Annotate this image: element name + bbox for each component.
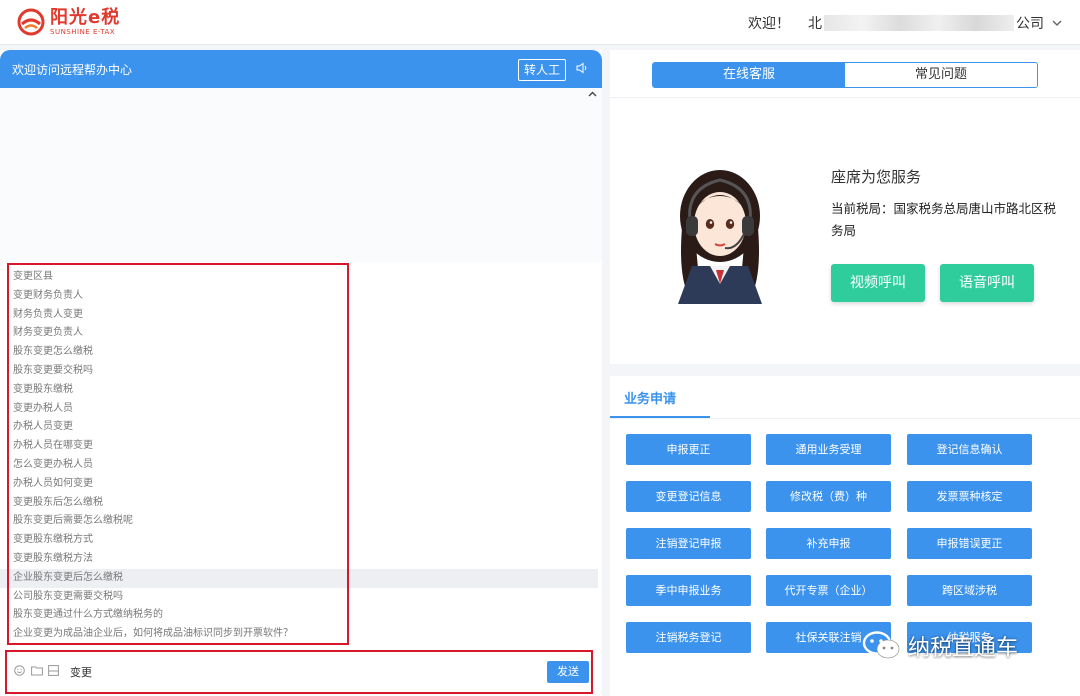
service-card: 在线客服 常见问题 座席为您服务 当前税局：国家税务总局唐山市路北区税务局 视频… bbox=[610, 50, 1080, 364]
top-bar: 阳光e税 SUNSHINE E-TAX 欢迎！ 北 公司 bbox=[0, 0, 1080, 45]
watermark-text: 纳税直通车 bbox=[908, 636, 1019, 661]
welcome-text: 欢迎！ bbox=[748, 16, 790, 32]
agent-avatar bbox=[678, 170, 762, 304]
chat-title: 欢迎访问远程帮办中心 bbox=[12, 62, 133, 77]
speaker-icon[interactable] bbox=[576, 62, 588, 74]
logo[interactable]: 阳光e税 SUNSHINE E-TAX bbox=[16, 6, 120, 38]
logo-text: 阳光e税 bbox=[50, 6, 121, 28]
scroll-up-icon[interactable] bbox=[588, 90, 598, 100]
business-button[interactable]: 补充申报 bbox=[766, 528, 891, 559]
chat-header: 欢迎访问远程帮办中心 转人工 bbox=[0, 50, 602, 88]
chevron-down-icon[interactable] bbox=[1052, 16, 1062, 30]
divider bbox=[610, 97, 1080, 98]
tab-business-application[interactable]: 业务申请 bbox=[624, 388, 676, 407]
company-suffix: 公司 bbox=[1016, 16, 1044, 32]
company-name-redacted bbox=[824, 15, 1014, 31]
highlight-box-suggestions bbox=[7, 263, 349, 645]
tax-bureau-info: 当前税局：国家税务总局唐山市路北区税务局 bbox=[831, 201, 1057, 238]
highlight-box-input bbox=[5, 650, 593, 694]
user-menu[interactable]: 欢迎！ 北 公司 bbox=[748, 13, 1062, 33]
watermark: 纳税直通车 bbox=[862, 630, 1018, 662]
transfer-to-human-button[interactable]: 转人工 bbox=[517, 59, 566, 81]
business-button[interactable]: 通用业务受理 bbox=[766, 434, 891, 465]
business-button[interactable]: 发票票种核定 bbox=[907, 481, 1032, 512]
divider bbox=[610, 418, 1080, 419]
logo-subtitle: SUNSHINE E-TAX bbox=[50, 27, 116, 36]
company-prefix: 北 bbox=[808, 16, 822, 32]
chat-messages[interactable] bbox=[0, 88, 602, 262]
tab-online-service[interactable]: 在线客服 bbox=[653, 63, 845, 87]
business-button[interactable]: 变更登记信息 bbox=[626, 481, 751, 512]
wechat-icon bbox=[862, 631, 900, 659]
sun-logo-icon bbox=[17, 8, 45, 36]
business-button[interactable]: 登记信息确认 bbox=[907, 434, 1032, 465]
business-button[interactable]: 跨区域涉税 bbox=[907, 575, 1032, 606]
business-button[interactable]: 注销登记申报 bbox=[626, 528, 751, 559]
video-call-button[interactable]: 视频呼叫 bbox=[831, 264, 925, 302]
agent-title: 座席为您服务 bbox=[831, 168, 922, 186]
business-button[interactable]: 修改税（费）种 bbox=[766, 481, 891, 512]
tab-faq[interactable]: 常见问题 bbox=[845, 63, 1037, 87]
business-button[interactable]: 季中申报业务 bbox=[626, 575, 751, 606]
business-button[interactable]: 注销税务登记 bbox=[626, 622, 751, 653]
business-button[interactable]: 申报错误更正 bbox=[907, 528, 1032, 559]
voice-call-button[interactable]: 语音呼叫 bbox=[940, 264, 1034, 302]
service-tabs: 在线客服 常见问题 bbox=[652, 62, 1038, 88]
business-button[interactable]: 申报更正 bbox=[626, 434, 751, 465]
business-button[interactable]: 代开专票（企业） bbox=[766, 575, 891, 606]
